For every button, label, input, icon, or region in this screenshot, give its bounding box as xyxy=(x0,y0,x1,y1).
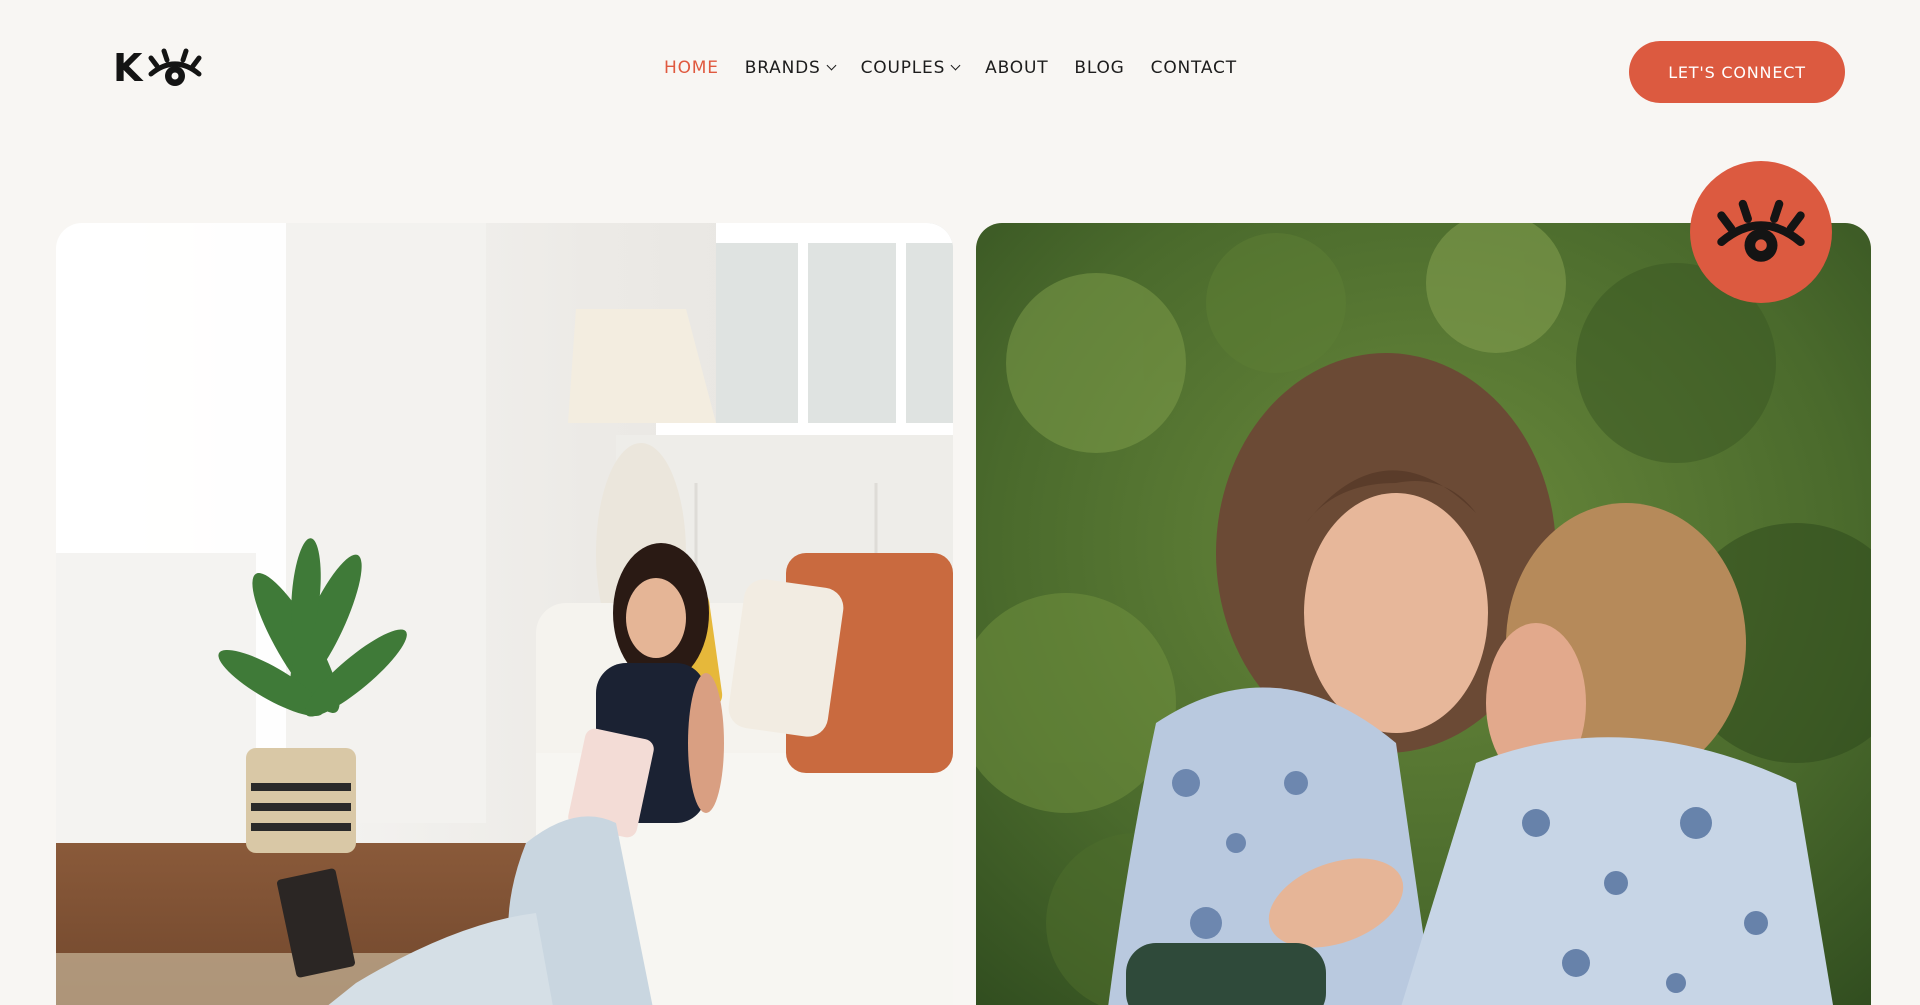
page: K HOME BRANDS COUPLES ABOUT BLOG CONTACT… xyxy=(0,0,1920,1005)
main-nav: HOME BRANDS COUPLES ABOUT BLOG CONTACT xyxy=(664,58,1263,78)
nav-item-blog[interactable]: BLOG xyxy=(1074,58,1124,78)
couple-embracing-photo[interactable] xyxy=(976,223,1871,1005)
nav-item-label: HOME xyxy=(664,58,719,78)
nav-item-label: CONTACT xyxy=(1150,58,1237,78)
right-photo-illustration xyxy=(976,223,1871,1005)
nav-item-label: BRANDS xyxy=(744,58,821,78)
chevron-down-icon xyxy=(826,60,837,71)
nav-item-brands[interactable]: BRANDS xyxy=(744,58,837,78)
eye-badge xyxy=(1690,161,1832,303)
nav-item-label: ABOUT xyxy=(985,58,1049,78)
left-photo-illustration xyxy=(56,223,953,1005)
woman-with-tablet-photo[interactable] xyxy=(56,223,953,1005)
nav-item-home[interactable]: HOME xyxy=(664,58,719,78)
eye-lash-icon xyxy=(1717,199,1805,262)
nav-item-couples[interactable]: COUPLES xyxy=(860,58,961,78)
nav-item-contact[interactable]: CONTACT xyxy=(1151,58,1237,78)
eye-lash-icon xyxy=(148,48,202,86)
nav-item-about[interactable]: ABOUT xyxy=(985,58,1048,78)
nav-item-label: COUPLES xyxy=(860,58,946,78)
nav-item-label: BLOG xyxy=(1074,58,1125,78)
chevron-down-icon xyxy=(950,60,961,71)
logo-letter: K xyxy=(113,46,142,90)
site-logo[interactable]: K xyxy=(113,48,203,88)
lets-connect-button[interactable]: LET'S CONNECT xyxy=(1629,41,1845,103)
